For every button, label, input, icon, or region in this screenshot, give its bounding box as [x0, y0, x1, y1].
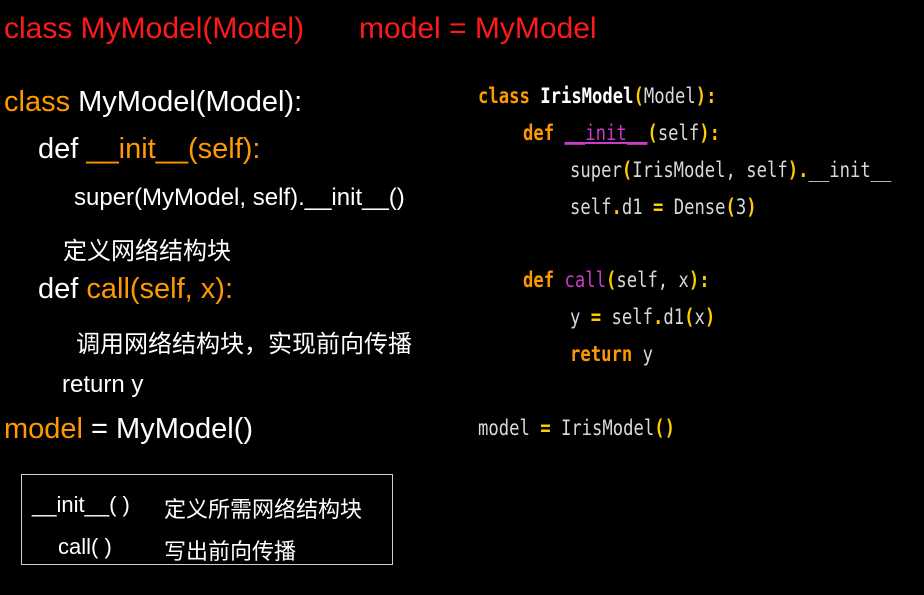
- right-line-8: return y: [570, 344, 653, 365]
- rc-d1: d1: [621, 195, 643, 219]
- rc-eq: =: [642, 195, 674, 219]
- rc-paren-dot: ).: [787, 158, 809, 182]
- left-line-super: super(MyModel, self).__init__(): [74, 184, 405, 211]
- rc-class-name: IrisModel: [540, 84, 634, 108]
- right-line-1: class IrisModel(Model):: [478, 86, 716, 107]
- left-line-return: return y: [62, 371, 144, 398]
- rc-paren: (: [621, 158, 633, 182]
- rc-model: model: [478, 416, 530, 440]
- kw-def-2: def: [38, 273, 87, 305]
- rc-kw-class: class: [478, 84, 530, 108]
- kw-class: class: [4, 86, 79, 118]
- class-signature: MyModel(Model):: [78, 86, 303, 118]
- rc-return-y: y: [632, 342, 653, 366]
- rc-paren: (: [647, 121, 658, 145]
- right-line-10: model = IrisModel(): [478, 418, 675, 439]
- rc-paren: (: [684, 305, 695, 329]
- title-model-assign: model = MyModel: [359, 12, 597, 45]
- rc-eq: =: [580, 305, 612, 329]
- rc-paren: (): [654, 416, 676, 440]
- rc-kw-def: def: [523, 268, 555, 292]
- rc-paren: (: [605, 268, 617, 292]
- rc-dot: .: [652, 305, 664, 329]
- right-line-6: def call(self, x):: [523, 270, 710, 291]
- rc-base: Model: [643, 84, 696, 108]
- title-class-decl: class MyModel(Model): [4, 12, 305, 45]
- rc-paren: ): [746, 195, 757, 219]
- right-line-3: super(IrisModel, self).__init__: [570, 160, 891, 181]
- rc-d1: d1: [663, 305, 685, 329]
- left-line-call-blocks: 调用网络结构块，实现前向传播: [76, 330, 412, 358]
- kw-def: def: [38, 133, 87, 165]
- rc-super-init: __init__: [808, 158, 892, 182]
- box-call-desc: 写出前向传播: [164, 540, 297, 565]
- rc-self: self: [611, 305, 653, 329]
- method-summary-box: __init__( ) 定义所需网络结构块 call( ) 写出前向传播: [21, 474, 393, 565]
- left-line-class: class MyModel(Model):: [4, 88, 302, 117]
- rc-dot: .: [611, 195, 622, 219]
- model-var: model: [4, 413, 83, 445]
- right-line-4: self.d1 = Dense(3): [570, 197, 757, 218]
- model-ctor: = MyModel(): [83, 413, 254, 445]
- call-signature: call(self, x):: [86, 273, 234, 305]
- right-line-2: def __init__(self):: [523, 123, 720, 144]
- rc-init: __init__: [564, 121, 648, 145]
- box-call-key: call( ): [58, 534, 112, 559]
- rc-paren-colon: ):: [695, 84, 717, 108]
- rc-self: self: [657, 121, 700, 145]
- rc-self: self: [570, 195, 612, 219]
- rc-call-args: self, x: [616, 268, 689, 292]
- rc-num: 3: [735, 195, 747, 219]
- rc-paren: ): [704, 305, 716, 329]
- rc-eq: =: [529, 416, 561, 440]
- rc-call: call: [564, 268, 606, 292]
- right-line-7: y = self.d1(x): [570, 307, 715, 328]
- rc-paren-colon: ):: [688, 268, 710, 292]
- rc-paren: (: [725, 195, 736, 219]
- rc-y: y: [570, 305, 581, 329]
- box-init-desc: 定义所需网络结构块: [164, 498, 363, 523]
- rc-dense: Dense: [673, 195, 726, 219]
- init-signature: __init__(self):: [86, 133, 261, 165]
- left-line-define-blocks: 定义网络结构块: [63, 237, 231, 265]
- left-line-model-assign: model = MyModel(): [4, 415, 253, 444]
- rc-paren-colon: ):: [699, 121, 721, 145]
- rc-kw-return: return: [570, 342, 633, 366]
- slide: class MyModel(Model) model = MyModel cla…: [0, 0, 924, 595]
- left-line-def-call: def call(self, x):: [38, 275, 233, 304]
- box-init-key: __init__( ): [32, 492, 130, 517]
- rc-super-args: IrisModel, self: [632, 158, 788, 182]
- rc-x: x: [694, 305, 705, 329]
- rc-super: super: [570, 158, 622, 182]
- rc-iris-ctor: IrisModel: [560, 416, 655, 440]
- rc-kw-def: def: [523, 121, 555, 145]
- rc-paren: (: [633, 84, 644, 108]
- left-line-def-init: def __init__(self):: [38, 135, 260, 164]
